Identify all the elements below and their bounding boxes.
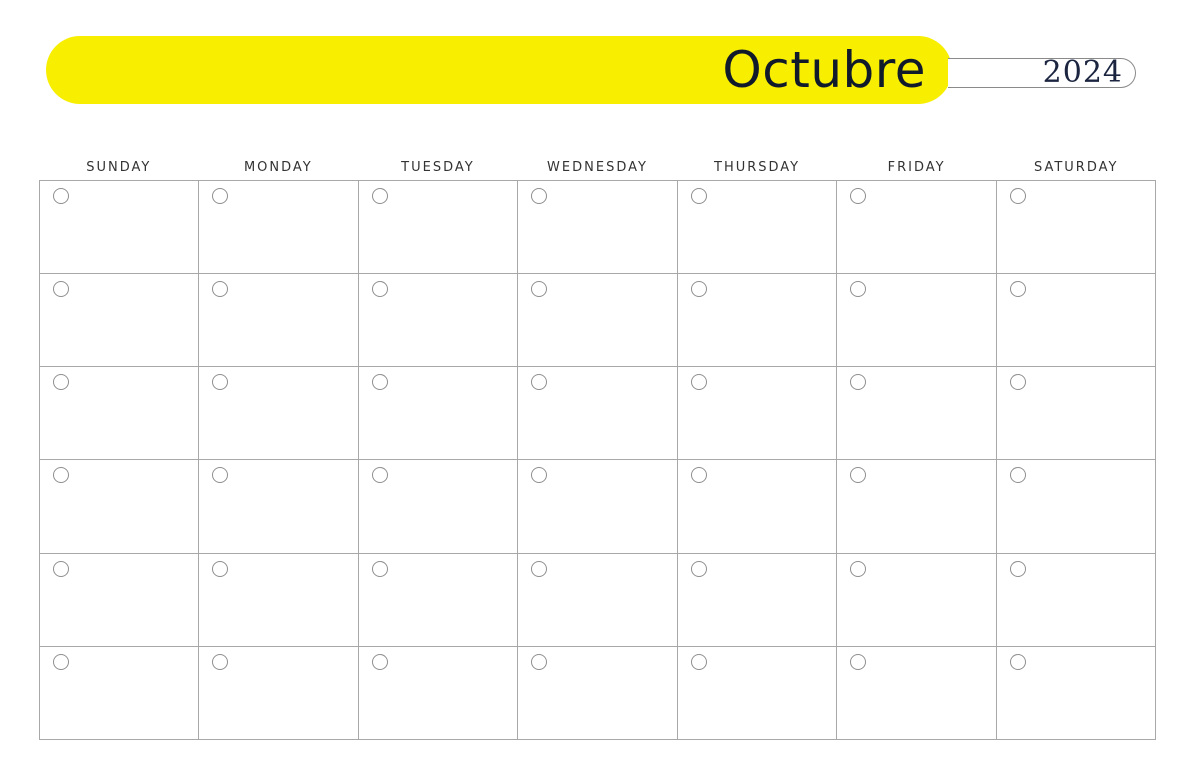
day-cell-thursday[interactable] [677,646,838,740]
weekday-friday: FRIDAY [887,160,946,175]
day-cell-tuesday[interactable] [358,367,519,461]
circle-icon [850,560,867,577]
circle-icon [1009,374,1026,391]
circle-icon [531,374,548,391]
day-cell-thursday[interactable] [677,553,838,647]
circle-icon [690,188,707,204]
day-cell-sunday[interactable] [40,553,200,647]
circle-icon [53,560,69,577]
day-cell-friday[interactable] [837,646,997,740]
day-cell-friday[interactable] [837,367,997,461]
day-cell-monday[interactable] [199,274,359,368]
day-cell-monday[interactable] [199,181,359,275]
circle-icon [371,467,388,484]
circle-icon [212,467,229,484]
weekday-thursday: THURSDAY [714,160,801,175]
day-cell-friday[interactable] [837,274,997,368]
circle-icon [371,188,388,204]
day-cell-friday[interactable] [837,181,997,275]
day-cell-wednesday[interactable] [518,367,678,461]
circle-icon [531,281,548,298]
day-cell-thursday[interactable] [677,274,838,368]
day-cell-friday[interactable] [837,460,997,554]
day-cell-tuesday[interactable] [358,646,519,740]
day-cell-saturday[interactable] [996,460,1156,554]
circle-icon [1009,281,1026,298]
circle-icon [53,467,69,484]
circle-icon [53,188,69,204]
day-cell-tuesday[interactable] [358,460,519,554]
circle-icon [690,374,707,391]
circle-icon [1009,653,1026,670]
day-cell-monday[interactable] [199,646,359,740]
weekday-tuesday: TUESDAY [401,160,475,175]
circle-icon [371,653,388,670]
day-cell-saturday[interactable] [996,646,1156,740]
day-cell-tuesday[interactable] [358,274,519,368]
circle-icon [531,467,548,484]
circle-icon [212,281,229,298]
weekday-header-row: SUNDAY MONDAY TUESDAY WEDNESDAY THURSDAY… [39,158,1156,178]
day-cell-thursday[interactable] [677,367,838,461]
day-cell-wednesday[interactable] [518,181,678,275]
year-pill: 2024 [948,55,1136,90]
year-label: 2024 [1042,55,1123,90]
day-cell-tuesday[interactable] [358,181,519,275]
month-title: Octubre [722,41,926,99]
circle-icon [850,281,867,298]
circle-icon [371,374,388,391]
circle-icon [531,560,548,577]
circle-icon [212,653,229,670]
circle-icon [690,281,707,298]
day-cell-monday[interactable] [199,367,359,461]
circle-icon [212,188,229,204]
day-cell-saturday[interactable] [996,274,1156,368]
circle-icon [690,560,707,577]
day-cell-sunday[interactable] [40,181,200,275]
circle-icon [1009,560,1026,577]
day-cell-sunday[interactable] [40,274,200,368]
circle-icon [850,374,867,391]
day-cell-saturday[interactable] [996,367,1156,461]
weekday-wednesday: WEDNESDAY [547,160,648,175]
circle-icon [1009,188,1026,204]
day-cell-monday[interactable] [199,460,359,554]
month-banner: Octubre [46,36,952,104]
day-cell-saturday[interactable] [996,181,1156,275]
day-cell-tuesday[interactable] [358,553,519,647]
weekday-monday: MONDAY [243,160,313,175]
circle-icon [212,560,229,577]
day-cell-sunday[interactable] [40,646,200,740]
day-cell-wednesday[interactable] [518,460,678,554]
circle-icon [371,560,388,577]
circle-icon [690,653,707,670]
circle-icon [371,281,388,298]
weekday-saturday: SATURDAY [1033,160,1119,175]
circle-icon [53,653,69,670]
circle-icon [53,374,69,391]
circle-icon [531,653,548,670]
day-cell-thursday[interactable] [677,460,838,554]
day-cell-sunday[interactable] [40,367,200,461]
calendar-grid [39,180,1156,740]
day-cell-monday[interactable] [199,553,359,647]
circle-icon [850,653,867,670]
circle-icon [850,188,867,204]
day-cell-sunday[interactable] [40,460,200,554]
circle-icon [212,374,229,391]
circle-icon [1009,467,1026,484]
circle-icon [850,467,867,484]
circle-icon [53,281,69,298]
weekday-sunday: SUNDAY [86,160,152,175]
circle-icon [690,467,707,484]
day-cell-friday[interactable] [837,553,997,647]
circle-icon [531,188,548,204]
day-cell-wednesday[interactable] [518,274,678,368]
day-cell-saturday[interactable] [996,553,1156,647]
day-cell-wednesday[interactable] [518,553,678,647]
day-cell-wednesday[interactable] [518,646,678,740]
day-cell-thursday[interactable] [677,181,838,275]
